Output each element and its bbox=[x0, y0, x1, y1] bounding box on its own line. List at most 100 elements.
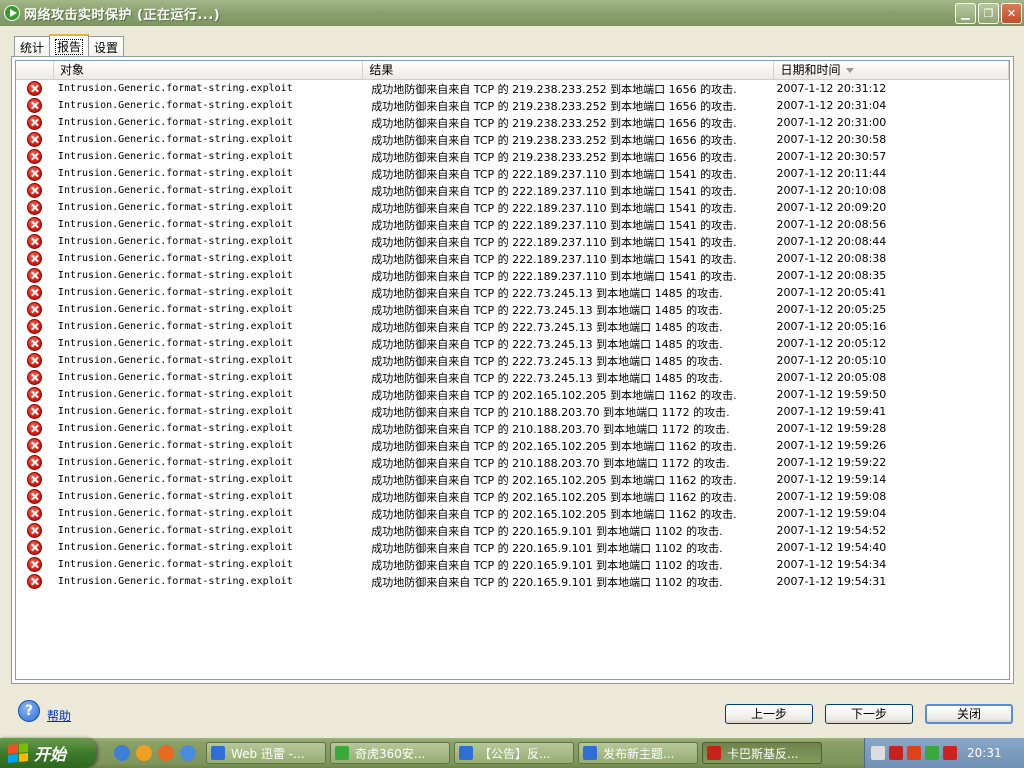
task-label: 发布新主题... bbox=[603, 746, 675, 761]
row-object: Intrusion.Generic.format-string.exploit bbox=[57, 372, 293, 383]
row-result: 成功地防御来自来自 TCP 的 222.73.245.13 到本地端口 1485… bbox=[371, 320, 723, 334]
error-icon bbox=[27, 336, 43, 351]
row-datetime: 2007-1-12 20:05:41 bbox=[776, 286, 887, 299]
row-result: 成功地防御来自来自 TCP 的 222.73.245.13 到本地端口 1485… bbox=[371, 337, 723, 351]
row-result: 成功地防御来自来自 TCP 的 222.189.237.110 到本地端口 15… bbox=[371, 201, 737, 215]
table-row[interactable]: Intrusion.Generic.format-string.exploit 成… bbox=[16, 182, 1009, 199]
row-object: Intrusion.Generic.format-string.exploit bbox=[57, 355, 293, 366]
row-datetime: 2007-1-12 19:54:31 bbox=[776, 575, 887, 588]
table-row[interactable]: Intrusion.Generic.format-string.exploit 成… bbox=[16, 454, 1009, 471]
row-object: Intrusion.Generic.format-string.exploit bbox=[57, 117, 293, 128]
row-datetime: 2007-1-12 20:30:58 bbox=[776, 133, 887, 146]
tab-report[interactable]: 报告 bbox=[49, 34, 90, 56]
table-row[interactable]: Intrusion.Generic.format-string.exploit 成… bbox=[16, 420, 1009, 437]
table-row[interactable]: Intrusion.Generic.format-string.exploit 成… bbox=[16, 233, 1009, 250]
row-icon-cell bbox=[16, 302, 54, 317]
row-object: Intrusion.Generic.format-string.exploit bbox=[57, 423, 293, 434]
window-controls: ▁ ❐ ✕ bbox=[955, 3, 1022, 24]
ie-icon[interactable] bbox=[114, 745, 130, 761]
report-list[interactable]: 对象 结果 日期和时间 Intrusion.Generic.format-str… bbox=[15, 60, 1010, 680]
task-app-icon bbox=[211, 746, 225, 760]
row-datetime: 2007-1-12 19:59:08 bbox=[776, 490, 887, 503]
error-icon bbox=[27, 217, 43, 232]
header-icon-column[interactable] bbox=[16, 61, 54, 80]
taskbar-button[interactable]: 卡巴斯基反... bbox=[702, 742, 822, 764]
table-row[interactable]: Intrusion.Generic.format-string.exploit 成… bbox=[16, 284, 1009, 301]
error-icon bbox=[27, 353, 43, 368]
table-row[interactable]: Intrusion.Generic.format-string.exploit 成… bbox=[16, 148, 1009, 165]
taskbar-button[interactable]: 【公告】反... bbox=[454, 742, 574, 764]
shield-tray-icon[interactable] bbox=[925, 746, 939, 760]
row-datetime: 2007-1-12 19:54:52 bbox=[776, 524, 887, 537]
browser-icon[interactable] bbox=[158, 745, 174, 761]
desktop-icon[interactable] bbox=[180, 745, 196, 761]
table-row[interactable]: Intrusion.Generic.format-string.exploit 成… bbox=[16, 488, 1009, 505]
task-label: Web 迅雷 -... bbox=[231, 746, 305, 761]
table-row[interactable]: Intrusion.Generic.format-string.exploit 成… bbox=[16, 352, 1009, 369]
row-object: Intrusion.Generic.format-string.exploit bbox=[57, 270, 293, 281]
tray-app-icon[interactable] bbox=[943, 746, 957, 760]
error-icon bbox=[27, 506, 43, 521]
row-result: 成功地防御来自来自 TCP 的 220.165.9.101 到本地端口 1102… bbox=[371, 541, 723, 555]
tab-label: 统计 bbox=[20, 41, 45, 55]
table-row[interactable]: Intrusion.Generic.format-string.exploit 成… bbox=[16, 267, 1009, 284]
table-row[interactable]: Intrusion.Generic.format-string.exploit 成… bbox=[16, 199, 1009, 216]
help-link[interactable]: 帮助 bbox=[47, 707, 71, 724]
taskbar-button[interactable]: Web 迅雷 -... bbox=[206, 742, 326, 764]
table-row[interactable]: Intrusion.Generic.format-string.exploit 成… bbox=[16, 114, 1009, 131]
keyboard-icon[interactable] bbox=[871, 746, 885, 760]
header-object[interactable]: 对象 bbox=[54, 61, 364, 80]
taskbar-button[interactable]: 发布新主题... bbox=[578, 742, 698, 764]
table-row[interactable]: Intrusion.Generic.format-string.exploit 成… bbox=[16, 556, 1009, 573]
error-icon bbox=[27, 540, 43, 555]
table-row[interactable]: Intrusion.Generic.format-string.exploit 成… bbox=[16, 131, 1009, 148]
table-row[interactable]: Intrusion.Generic.format-string.exploit 成… bbox=[16, 165, 1009, 182]
close-window-button[interactable]: ✕ bbox=[1001, 3, 1022, 24]
table-row[interactable]: Intrusion.Generic.format-string.exploit 成… bbox=[16, 250, 1009, 267]
minimize-button[interactable]: ▁ bbox=[955, 3, 976, 24]
task-label: 奇虎360安... bbox=[355, 746, 426, 761]
table-row[interactable]: Intrusion.Generic.format-string.exploit 成… bbox=[16, 386, 1009, 403]
clock: 20:31 bbox=[967, 746, 1002, 760]
table-row[interactable]: Intrusion.Generic.format-string.exploit 成… bbox=[16, 97, 1009, 114]
row-object: Intrusion.Generic.format-string.exploit bbox=[57, 304, 293, 315]
start-button[interactable]: 开始 bbox=[0, 738, 96, 768]
table-row[interactable]: Intrusion.Generic.format-string.exploit 成… bbox=[16, 216, 1009, 233]
table-row[interactable]: Intrusion.Generic.format-string.exploit 成… bbox=[16, 505, 1009, 522]
task-app-icon bbox=[459, 746, 473, 760]
row-icon-cell bbox=[16, 455, 54, 470]
error-icon bbox=[27, 268, 43, 283]
table-row[interactable]: Intrusion.Generic.format-string.exploit 成… bbox=[16, 80, 1009, 97]
help-icon[interactable]: ? bbox=[18, 700, 40, 722]
header-datetime[interactable]: 日期和时间 bbox=[774, 61, 1009, 80]
table-row[interactable]: Intrusion.Generic.format-string.exploit 成… bbox=[16, 318, 1009, 335]
prev-button[interactable]: 上一步 bbox=[725, 704, 813, 724]
header-datetime-label: 日期和时间 bbox=[780, 63, 841, 77]
row-result: 成功地防御来自来自 TCP 的 202.165.102.205 到本地端口 11… bbox=[371, 388, 737, 402]
table-row[interactable]: Intrusion.Generic.format-string.exploit 成… bbox=[16, 471, 1009, 488]
header-result[interactable]: 结果 bbox=[363, 61, 775, 80]
task-app-icon bbox=[583, 746, 597, 760]
app-play-icon bbox=[4, 5, 20, 21]
row-result: 成功地防御来自来自 TCP 的 202.165.102.205 到本地端口 11… bbox=[371, 439, 737, 453]
next-button[interactable]: 下一步 bbox=[825, 704, 913, 724]
error-icon bbox=[27, 234, 43, 249]
error-icon bbox=[27, 489, 43, 504]
table-row[interactable]: Intrusion.Generic.format-string.exploit 成… bbox=[16, 335, 1009, 352]
tab-settings[interactable]: 设置 bbox=[88, 36, 125, 56]
row-icon-cell bbox=[16, 285, 54, 300]
table-row[interactable]: Intrusion.Generic.format-string.exploit 成… bbox=[16, 369, 1009, 386]
table-row[interactable]: Intrusion.Generic.format-string.exploit 成… bbox=[16, 573, 1009, 590]
kaspersky-icon[interactable] bbox=[889, 746, 903, 760]
table-row[interactable]: Intrusion.Generic.format-string.exploit 成… bbox=[16, 403, 1009, 420]
tab-statistics[interactable]: 统计 bbox=[14, 36, 51, 56]
antivirus-icon[interactable] bbox=[907, 746, 921, 760]
table-row[interactable]: Intrusion.Generic.format-string.exploit 成… bbox=[16, 539, 1009, 556]
table-row[interactable]: Intrusion.Generic.format-string.exploit 成… bbox=[16, 301, 1009, 318]
table-row[interactable]: Intrusion.Generic.format-string.exploit 成… bbox=[16, 437, 1009, 454]
table-row[interactable]: Intrusion.Generic.format-string.exploit 成… bbox=[16, 522, 1009, 539]
media-icon[interactable] bbox=[136, 745, 152, 761]
close-button[interactable]: 关闭 bbox=[925, 704, 1013, 724]
taskbar-button[interactable]: 奇虎360安... bbox=[330, 742, 450, 764]
maximize-button[interactable]: ❐ bbox=[978, 3, 999, 24]
